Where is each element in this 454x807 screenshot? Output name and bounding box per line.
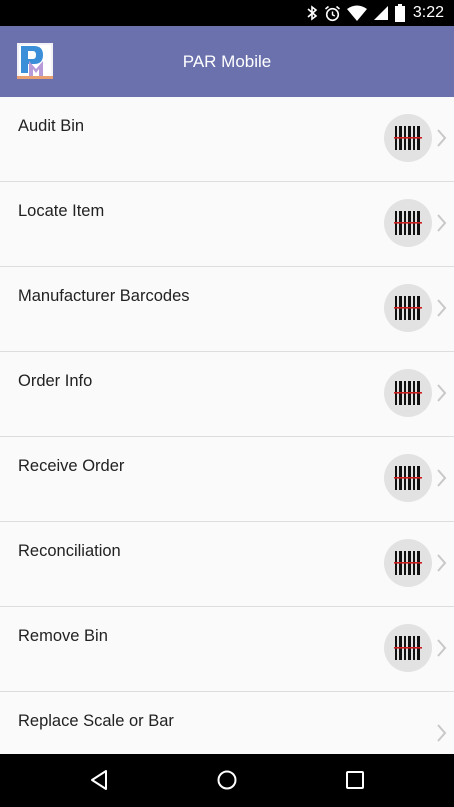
status-icons: 3:22 [306, 3, 444, 23]
menu-item-replace-scale-or-bar[interactable]: Replace Scale or Bar [0, 692, 454, 754]
barcode-scan-button[interactable] [384, 284, 432, 332]
menu-item-remove-bin[interactable]: Remove Bin [0, 607, 454, 692]
menu-item-label: Receive Order [18, 457, 125, 475]
barcode-scan-button[interactable] [384, 624, 432, 672]
barcode-scan-icon [394, 466, 422, 490]
chevron-right-icon [437, 384, 447, 402]
menu-item-order-info[interactable]: Order Info [0, 352, 454, 437]
chevron-right-icon [437, 129, 447, 147]
menu-item-label: Audit Bin [18, 117, 85, 135]
menu-item-locate-item[interactable]: Locate Item [0, 182, 454, 267]
back-icon[interactable] [88, 768, 110, 792]
battery-icon [394, 4, 405, 22]
app-title: PAR Mobile [182, 52, 272, 71]
menu-item-label: Order Info [18, 372, 93, 390]
chevron-right-icon [437, 639, 447, 657]
barcode-scan-icon [394, 211, 422, 235]
barcode-scan-button[interactable] [384, 199, 432, 247]
barcode-scan-icon [394, 551, 422, 575]
menu-item-receive-order[interactable]: Receive Order [0, 437, 454, 522]
barcode-scan-icon [394, 296, 422, 320]
barcode-scan-button[interactable] [384, 454, 432, 502]
recents-icon[interactable] [344, 768, 366, 792]
wifi-icon [346, 5, 367, 21]
barcode-scan-button[interactable] [384, 369, 432, 417]
status-time: 3:22 [412, 4, 444, 21]
menu-item-audit-bin[interactable]: Audit Bin [0, 97, 454, 182]
menu-item-label: Remove Bin [18, 627, 108, 645]
menu-item-label: Manufacturer Barcodes [18, 287, 190, 305]
barcode-scan-button[interactable] [384, 114, 432, 162]
barcode-scan-icon [394, 126, 422, 150]
barcode-scan-icon [394, 381, 422, 405]
chevron-right-icon [437, 214, 447, 232]
menu-list: Audit Bin Locate Item Manufacturer Barco… [0, 97, 454, 754]
cell-signal-icon [373, 5, 389, 21]
menu-item-label: Replace Scale or Bar [18, 712, 174, 730]
barcode-scan-button[interactable] [384, 539, 432, 587]
home-icon[interactable] [216, 768, 238, 792]
chevron-right-icon [437, 554, 447, 572]
chevron-right-icon [437, 469, 447, 487]
chevron-right-icon [437, 724, 447, 742]
menu-item-label: Reconciliation [18, 542, 121, 560]
chevron-right-icon [437, 299, 447, 317]
menu-item-manufacturer-barcodes[interactable]: Manufacturer Barcodes [0, 267, 454, 352]
nav-bar [0, 754, 454, 807]
menu-item-reconciliation[interactable]: Reconciliation [0, 522, 454, 607]
alarm-icon [324, 5, 341, 22]
bluetooth-icon [306, 5, 318, 21]
status-bar: 3:22 [0, 0, 454, 26]
barcode-scan-icon [394, 636, 422, 660]
menu-item-label: Locate Item [18, 202, 105, 220]
app-bar: PAR Mobile [0, 26, 454, 97]
